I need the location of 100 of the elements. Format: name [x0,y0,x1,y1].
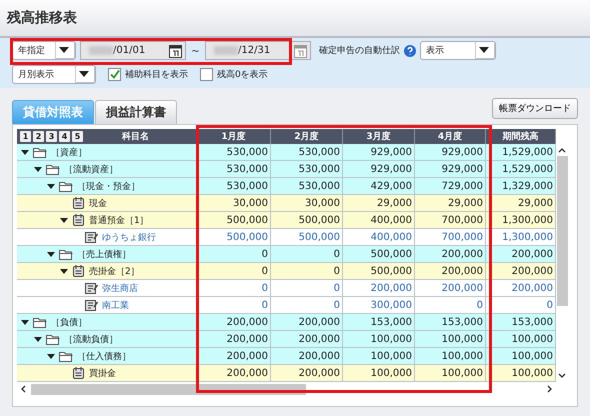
account-link[interactable]: ゆうちょ銀行 [102,230,156,244]
table-cell: 200,000 [271,314,343,331]
folder-icon [59,180,73,192]
level-button[interactable]: 4 [59,131,70,142]
scroll-up-icon[interactable] [558,147,566,153]
column-header: 1月度 [197,129,271,144]
table-cell: 200,000 [271,348,343,365]
table-cell: 500,000 [343,263,415,280]
period-dropdown[interactable]: 年指定 [12,41,76,60]
table-cell: 100,000 [486,348,556,365]
caret-icon[interactable] [21,150,29,154]
table-cell: 429,000 [343,178,415,195]
table-cell: 500,000 [271,212,343,229]
table-cell: 400,000 [343,229,415,246]
auto-entry-label: 確定申告の自動仕訳 [319,44,400,57]
table-cell: 929,000 [343,161,415,178]
tab[interactable]: 損益計算書 [95,100,177,124]
folder-icon [46,164,60,174]
table-cell: 500,000 [197,229,271,246]
table-cell: 0 [197,246,271,263]
table-cell: 1,300,000 [486,212,556,229]
folder-icon [46,334,60,344]
table-cell: 929,000 [343,144,415,161]
view-mode-dropdown[interactable]: 月別表示 [12,65,96,84]
account-name: 普通預金［1］ [89,214,149,226]
caret-icon[interactable] [60,268,68,274]
checkbox[interactable] [108,68,121,81]
date-field[interactable]: /01/01 [80,41,186,60]
level-button[interactable]: 2 [33,131,44,142]
table-cell: 200,000 [486,263,556,280]
table-cell: 200,000 [343,280,415,297]
table-cell: 100,000 [486,331,556,348]
table-cell: 0 [271,263,343,280]
level-button[interactable]: 5 [72,131,83,142]
ledger-icon [72,197,85,209]
account-link[interactable]: 弥生商店 [102,282,138,294]
caret-icon[interactable] [21,320,29,324]
scrollbar-thumb[interactable] [556,156,568,306]
table-cell: 30,000 [271,195,343,212]
scroll-right-icon[interactable] [547,385,553,393]
account-name: ［負債］ [51,316,87,328]
table-cell: 729,000 [415,178,486,195]
table-cell: 100,000 [343,365,415,382]
document-icon [85,299,98,311]
table-cell: 0 [197,263,271,280]
table-cell: 153,000 [343,314,415,331]
table-cell: 100,000 [343,348,415,365]
document-icon [85,282,98,294]
table-cell: 1,300,000 [486,229,556,246]
ledger-icon [72,265,85,277]
caret-icon[interactable] [60,218,68,222]
account-name: 買掛金 [89,368,116,380]
column-header: 4月度 [415,129,486,144]
table-cell: 200,000 [486,246,556,263]
checkbox[interactable] [200,68,213,81]
table-cell: 0 [415,297,486,314]
caret-icon[interactable] [34,336,42,342]
level-button[interactable]: 1 [20,131,31,142]
scroll-down-icon[interactable] [558,373,566,379]
caret-icon[interactable] [34,166,42,172]
table-cell: 0 [197,280,271,297]
table-cell: 30,000 [197,195,271,212]
table-cell: 200,000 [271,365,343,382]
table-cell: 200,000 [415,246,486,263]
table-cell: 929,000 [415,161,486,178]
table-cell: 1,329,000 [486,178,556,195]
folder-icon [59,350,73,362]
scroll-left-icon[interactable] [20,385,26,393]
caret-icon[interactable] [47,184,55,188]
column-header: 3月度 [343,129,415,144]
ledger-icon [72,367,85,379]
table-cell: 29,000 [415,195,486,212]
table-cell: 200,000 [197,348,271,365]
folder-icon [33,146,47,158]
caret-icon[interactable] [47,252,55,256]
table-cell: 200,000 [415,280,486,297]
table-cell: 200,000 [415,263,486,280]
ledger-icon [72,214,85,226]
table-cell: 500,000 [343,246,415,263]
caret-icon[interactable] [47,354,55,358]
date-field[interactable]: /12/31 [205,41,311,60]
calendar-icon[interactable] [169,44,182,58]
table-cell: 100,000 [415,348,486,365]
column-header: 科目名 [122,130,149,143]
table-cell: 1,529,000 [486,161,556,178]
table-cell: 530,000 [197,178,271,195]
auto-entry-dropdown[interactable]: 表示 [420,41,496,60]
table-cell: 400,000 [343,212,415,229]
table-cell: 700,000 [415,212,486,229]
caret-icon [79,71,89,77]
account-name: ［現金・預金］ [77,180,140,192]
level-button[interactable]: 3 [46,131,57,142]
download-button[interactable]: 帳票ダウンロード [492,98,578,119]
help-icon[interactable] [404,44,416,56]
table-cell: 500,000 [271,229,343,246]
account-link[interactable]: 南工業 [102,298,129,312]
table-cell: 100,000 [415,331,486,348]
table-cell: 0 [197,297,271,314]
caret-icon [59,47,69,53]
window-title: 残高推移表 [7,9,77,27]
